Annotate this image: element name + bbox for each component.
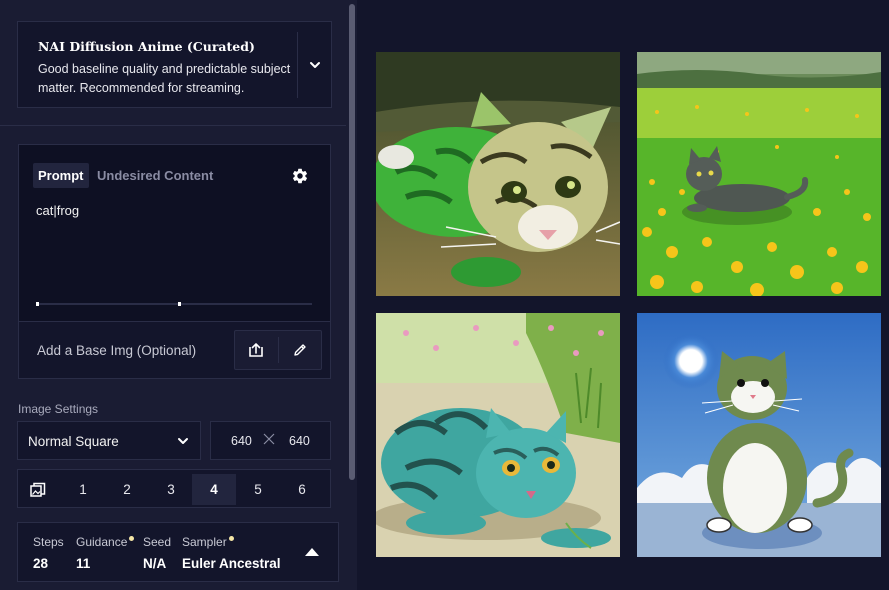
base-image-buttons <box>234 330 322 370</box>
count-option[interactable]: 2 <box>105 474 149 505</box>
param-steps: Steps 28 <box>33 535 64 571</box>
width-input[interactable]: 640 <box>231 434 252 448</box>
prompt-panel: Prompt Undesired Content cat|frog <box>18 144 331 322</box>
seed-label: Seed <box>143 535 172 549</box>
model-description: Good baseline quality and predictable su… <box>38 62 291 95</box>
times-icon <box>263 433 275 445</box>
base-image-label: Add a Base Img (Optional) <box>37 343 197 358</box>
size-preset-value: Normal Square <box>28 434 119 449</box>
pencil-icon <box>294 344 306 356</box>
gear-icon[interactable] <box>291 167 309 185</box>
prompt-input[interactable]: cat|frog <box>36 203 79 218</box>
param-sampler: Sampler Euler Ancestral <box>182 535 281 571</box>
count-option[interactable]: 3 <box>149 474 193 505</box>
divider <box>297 32 298 98</box>
green-white-cat-sky-icon[interactable] <box>637 313 881 557</box>
token-marker <box>178 302 181 306</box>
sidebar: NAI Diffusion Anime (Curated) Good basel… <box>0 0 357 590</box>
token-marker <box>36 302 39 306</box>
param-guidance: Guidance 11 <box>76 535 135 571</box>
dimensions-input: 640 640 <box>210 421 331 460</box>
guidance-value: 11 <box>76 556 91 571</box>
upload-icon <box>249 343 263 357</box>
token-progress-bar <box>36 302 312 306</box>
green-tiger-cat-icon[interactable] <box>376 52 620 296</box>
teal-striped-cat-icon[interactable] <box>376 313 620 557</box>
chevron-down-icon[interactable] <box>306 56 324 74</box>
sampler-label: Sampler <box>182 535 227 549</box>
modified-dot-icon <box>129 536 135 541</box>
upload-image-button[interactable] <box>235 331 278 369</box>
scrollbar-thumb[interactable] <box>349 4 355 480</box>
count-option[interactable]: 6 <box>280 474 324 505</box>
draw-image-button[interactable] <box>279 331 322 369</box>
model-name: NAI Diffusion Anime (Curated) <box>38 39 255 54</box>
base-image-row: Add a Base Img (Optional) <box>18 321 331 379</box>
steps-label: Steps <box>33 535 64 549</box>
model-selector[interactable]: NAI Diffusion Anime (Curated) Good basel… <box>17 21 332 108</box>
guidance-label: Guidance <box>76 535 128 549</box>
tab-prompt[interactable]: Prompt <box>33 163 89 188</box>
chevron-down-icon <box>178 438 188 444</box>
image-settings-heading: Image Settings <box>18 402 99 416</box>
triangle-up-icon[interactable] <box>304 547 320 557</box>
grey-cat-flower-field-icon[interactable] <box>637 52 881 296</box>
steps-value: 28 <box>33 556 49 571</box>
image-count-selector: 1 2 3 4 5 6 <box>17 469 331 508</box>
size-preset-select[interactable]: Normal Square <box>17 421 201 460</box>
seed-value: N/A <box>143 556 167 571</box>
generation-params[interactable]: Steps 28 Guidance 11 Seed N/A Sampler Eu… <box>17 522 339 582</box>
section-divider <box>0 125 346 126</box>
param-seed: Seed N/A <box>143 535 171 571</box>
images-icon <box>30 482 46 497</box>
count-option-selected[interactable]: 4 <box>192 474 236 505</box>
count-option[interactable]: 5 <box>236 474 280 505</box>
tab-undesired-content[interactable]: Undesired Content <box>97 163 213 188</box>
modified-dot-icon <box>228 536 234 541</box>
height-input[interactable]: 640 <box>289 434 310 448</box>
sampler-value: Euler Ancestral <box>182 556 281 571</box>
count-option[interactable]: 1 <box>61 474 105 505</box>
